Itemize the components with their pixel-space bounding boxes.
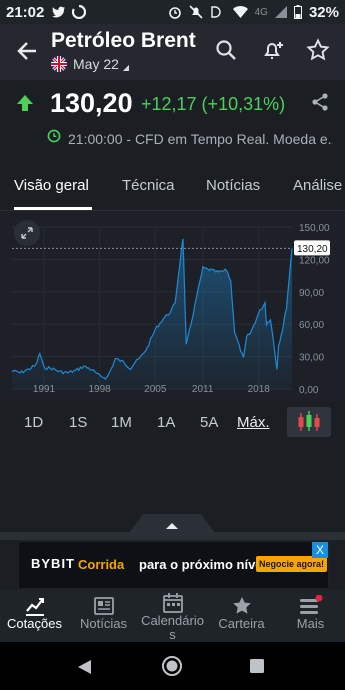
nav-calendar[interactable]: Calendário s (138, 590, 207, 642)
quote-time: 21:00:00 (68, 131, 123, 147)
ad-cta-button[interactable]: Negocie agora! (256, 556, 328, 572)
system-home-icon[interactable] (161, 655, 183, 677)
nav-portfolio-label: Carteira (218, 616, 265, 631)
range-1a[interactable]: 1A (157, 414, 175, 431)
instrument-title: Petróleo Brent (51, 29, 196, 52)
y-tick-label: 60,00 (299, 320, 324, 331)
share-icon[interactable] (310, 92, 330, 112)
price-chart[interactable]: 0,00 30,00 60,00 90,00 120,00 150,00 1991 1998 2… (0, 211, 345, 401)
signal-icon (274, 6, 287, 18)
candlestick-toggle-button[interactable] (287, 407, 331, 437)
y-tick-label: 90,00 (299, 288, 324, 299)
ad-brand: BYBIT (31, 556, 75, 571)
nav-quotes[interactable]: Cotações (0, 590, 69, 642)
twitter-icon (52, 6, 66, 18)
nav-more[interactable]: Mais (276, 590, 345, 642)
nav-quotes-label: Cotações (7, 616, 62, 631)
notification-icons (52, 5, 87, 19)
dropdown-caret-icon: ◢ (122, 63, 130, 72)
sync-icon (72, 5, 87, 19)
tab-overview[interactable]: Visão geral (14, 177, 89, 194)
y-tick-label: 30,00 (299, 353, 324, 364)
search-icon[interactable] (214, 38, 238, 62)
uk-flag-icon (51, 56, 67, 72)
add-alert-icon[interactable] (261, 38, 285, 62)
system-navigation-bar (0, 642, 345, 690)
y-tick-label: 120,00 (299, 255, 330, 266)
ad-text: para o próximo nível (139, 557, 267, 572)
candlestick-icon (298, 411, 320, 431)
expand-icon (21, 227, 33, 239)
active-tab-indicator (14, 207, 92, 210)
battery-level: 32% (308, 3, 339, 21)
alarm-icon (168, 7, 181, 19)
back-arrow-icon[interactable] (14, 38, 40, 64)
mute-icon (189, 5, 203, 19)
section-tabs: Visão geral Técnica Notícias Análise (0, 160, 345, 211)
x-tick-label: 2005 (144, 384, 167, 395)
ad-banner[interactable]: BYBIT Corrida para o próximo nível Negoc… (18, 541, 329, 589)
y-tick-label: 150,00 (299, 223, 330, 234)
expand-chart-button[interactable] (14, 220, 40, 246)
range-1d[interactable]: 1D (24, 414, 43, 431)
menu-icon (299, 595, 322, 614)
app-bar: Petróleo Brent May 22 ◢ (0, 24, 345, 80)
nav-portfolio[interactable]: Carteira (207, 590, 276, 642)
last-price: 130,20 (50, 88, 133, 118)
clock-icon (47, 129, 61, 143)
ad-close-button[interactable]: X (312, 542, 328, 558)
x-tick-label: 1998 (89, 384, 112, 395)
volte-icon (210, 6, 221, 18)
range-5a[interactable]: 5A (200, 414, 218, 431)
tab-analysis[interactable]: Análise (293, 177, 342, 194)
quotes-chart-icon (25, 598, 44, 616)
contract-selector[interactable]: May 22 ◢ (51, 56, 129, 72)
status-time: 21:02 (6, 3, 45, 21)
price-chart-svg: 0,00 30,00 60,00 90,00 120,00 150,00 1991 1998 2… (11, 223, 330, 396)
nav-more-label: Mais (296, 616, 325, 631)
range-max[interactable]: Máx. (237, 414, 270, 431)
network-type: 4G (254, 6, 268, 18)
quote-time-description: 21:00:00 - CFD em Tempo Real. Moeda e... (68, 131, 333, 147)
star-icon (232, 597, 251, 614)
nav-news-label: Notícias (80, 616, 127, 631)
quote-description: - CFD em Tempo Real. Moeda e... (126, 131, 333, 147)
system-icons: 4G 32% (168, 4, 339, 21)
last-price-label: 130,20 (297, 244, 328, 255)
price-area-fill (12, 238, 292, 389)
nav-calendar-label-text: Calendário s (141, 613, 204, 642)
x-tick-label: 2018 (248, 384, 271, 395)
range-1s[interactable]: 1S (69, 414, 87, 431)
newspaper-icon (93, 597, 114, 615)
wifi-icon (232, 6, 248, 18)
y-tick-label: 0,00 (299, 385, 319, 396)
drawer-bar (0, 532, 345, 540)
system-back-icon[interactable] (77, 659, 93, 675)
favorite-star-icon[interactable] (306, 38, 330, 62)
quote-panel: 130,20 +12,17 (+10,31%) 21:00:00 - CFD e… (0, 80, 345, 158)
calendar-icon (162, 593, 183, 613)
x-tick-label: 1991 (33, 384, 56, 395)
battery-icon (293, 5, 302, 19)
bottom-navigation: Cotações Notícias Calendário s Carteira … (0, 590, 345, 642)
nav-news[interactable]: Notícias (69, 590, 138, 642)
nav-calendar-label: Calendário s (141, 614, 204, 642)
x-tick-label: 2011 (192, 384, 214, 395)
status-bar: 21:02 4G 32% (0, 0, 345, 24)
contract-label: May 22 (73, 56, 119, 72)
system-recents-icon[interactable] (250, 659, 264, 673)
price-up-arrow-icon (17, 95, 33, 111)
price-change: +12,17 (+10,31%) (141, 94, 286, 114)
ad-highlight-text: Corrida (78, 557, 125, 572)
tab-technical[interactable]: Técnica (122, 177, 175, 194)
range-1m[interactable]: 1M (111, 414, 132, 431)
tab-news[interactable]: Notícias (206, 177, 260, 194)
